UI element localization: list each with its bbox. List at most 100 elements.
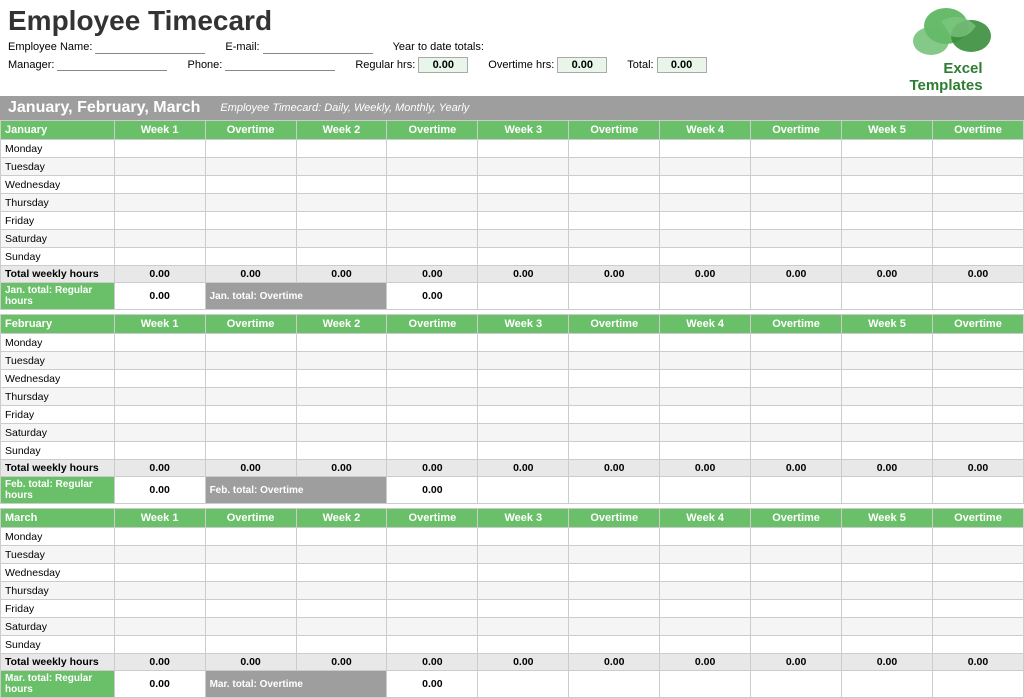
cell-thursday-9[interactable] (842, 388, 933, 406)
cell-thursday-8[interactable] (751, 388, 842, 406)
cell-sunday-8[interactable] (751, 636, 842, 654)
cell-sunday-6[interactable] (569, 442, 660, 460)
cell-saturday-8[interactable] (751, 424, 842, 442)
cell-saturday-5[interactable] (478, 230, 569, 248)
cell-sunday-5[interactable] (478, 636, 569, 654)
cell-thursday-10[interactable] (932, 194, 1023, 212)
cell-thursday-4[interactable] (387, 388, 478, 406)
cell-sunday-7[interactable] (660, 636, 751, 654)
cell-tuesday-4[interactable] (387, 546, 478, 564)
cell-friday-8[interactable] (751, 406, 842, 424)
cell-friday-9[interactable] (842, 600, 933, 618)
cell-friday-5[interactable] (478, 212, 569, 230)
cell-tuesday-10[interactable] (932, 158, 1023, 176)
cell-saturday-8[interactable] (751, 618, 842, 636)
cell-wednesday-5[interactable] (478, 370, 569, 388)
cell-thursday-1[interactable] (114, 582, 205, 600)
cell-wednesday-6[interactable] (569, 370, 660, 388)
cell-wednesday-1[interactable] (114, 370, 205, 388)
cell-sunday-5[interactable] (478, 248, 569, 266)
cell-tuesday-10[interactable] (932, 352, 1023, 370)
cell-wednesday-9[interactable] (842, 370, 933, 388)
cell-friday-2[interactable] (205, 600, 296, 618)
cell-friday-9[interactable] (842, 212, 933, 230)
cell-saturday-5[interactable] (478, 424, 569, 442)
cell-friday-1[interactable] (114, 212, 205, 230)
cell-friday-8[interactable] (751, 212, 842, 230)
cell-thursday-5[interactable] (478, 194, 569, 212)
cell-tuesday-8[interactable] (751, 158, 842, 176)
cell-monday-2[interactable] (205, 140, 296, 158)
cell-sunday-3[interactable] (296, 442, 387, 460)
cell-sunday-4[interactable] (387, 636, 478, 654)
cell-saturday-2[interactable] (205, 618, 296, 636)
cell-thursday-10[interactable] (932, 388, 1023, 406)
cell-monday-6[interactable] (569, 528, 660, 546)
cell-monday-4[interactable] (387, 140, 478, 158)
cell-wednesday-3[interactable] (296, 176, 387, 194)
cell-saturday-6[interactable] (569, 618, 660, 636)
cell-monday-6[interactable] (569, 140, 660, 158)
cell-thursday-2[interactable] (205, 194, 296, 212)
cell-monday-10[interactable] (932, 334, 1023, 352)
cell-wednesday-4[interactable] (387, 176, 478, 194)
cell-saturday-6[interactable] (569, 230, 660, 248)
cell-wednesday-6[interactable] (569, 176, 660, 194)
cell-wednesday-8[interactable] (751, 370, 842, 388)
cell-thursday-7[interactable] (660, 388, 751, 406)
cell-tuesday-2[interactable] (205, 158, 296, 176)
cell-tuesday-6[interactable] (569, 158, 660, 176)
cell-thursday-1[interactable] (114, 388, 205, 406)
cell-monday-9[interactable] (842, 528, 933, 546)
cell-saturday-7[interactable] (660, 230, 751, 248)
cell-saturday-10[interactable] (932, 618, 1023, 636)
cell-monday-5[interactable] (478, 528, 569, 546)
cell-tuesday-5[interactable] (478, 158, 569, 176)
cell-friday-4[interactable] (387, 600, 478, 618)
cell-saturday-10[interactable] (932, 424, 1023, 442)
cell-sunday-6[interactable] (569, 248, 660, 266)
cell-tuesday-9[interactable] (842, 546, 933, 564)
cell-monday-7[interactable] (660, 140, 751, 158)
cell-friday-7[interactable] (660, 212, 751, 230)
cell-sunday-10[interactable] (932, 636, 1023, 654)
cell-thursday-9[interactable] (842, 194, 933, 212)
cell-saturday-2[interactable] (205, 424, 296, 442)
cell-sunday-3[interactable] (296, 636, 387, 654)
cell-saturday-6[interactable] (569, 424, 660, 442)
cell-sunday-2[interactable] (205, 442, 296, 460)
cell-saturday-4[interactable] (387, 230, 478, 248)
cell-friday-9[interactable] (842, 406, 933, 424)
cell-friday-5[interactable] (478, 600, 569, 618)
cell-saturday-5[interactable] (478, 618, 569, 636)
cell-sunday-10[interactable] (932, 442, 1023, 460)
cell-friday-4[interactable] (387, 212, 478, 230)
cell-tuesday-1[interactable] (114, 158, 205, 176)
cell-thursday-10[interactable] (932, 582, 1023, 600)
cell-tuesday-10[interactable] (932, 546, 1023, 564)
cell-saturday-1[interactable] (114, 618, 205, 636)
cell-tuesday-1[interactable] (114, 546, 205, 564)
cell-wednesday-4[interactable] (387, 564, 478, 582)
cell-saturday-8[interactable] (751, 230, 842, 248)
cell-wednesday-1[interactable] (114, 176, 205, 194)
cell-friday-7[interactable] (660, 406, 751, 424)
cell-monday-10[interactable] (932, 140, 1023, 158)
cell-monday-4[interactable] (387, 334, 478, 352)
cell-tuesday-4[interactable] (387, 352, 478, 370)
cell-friday-2[interactable] (205, 212, 296, 230)
cell-friday-4[interactable] (387, 406, 478, 424)
cell-saturday-3[interactable] (296, 618, 387, 636)
cell-thursday-3[interactable] (296, 582, 387, 600)
cell-friday-3[interactable] (296, 406, 387, 424)
cell-monday-1[interactable] (114, 334, 205, 352)
cell-monday-8[interactable] (751, 334, 842, 352)
cell-tuesday-2[interactable] (205, 546, 296, 564)
cell-tuesday-2[interactable] (205, 352, 296, 370)
cell-friday-3[interactable] (296, 600, 387, 618)
cell-sunday-9[interactable] (842, 248, 933, 266)
cell-monday-6[interactable] (569, 334, 660, 352)
cell-sunday-1[interactable] (114, 636, 205, 654)
cell-friday-3[interactable] (296, 212, 387, 230)
cell-tuesday-7[interactable] (660, 546, 751, 564)
